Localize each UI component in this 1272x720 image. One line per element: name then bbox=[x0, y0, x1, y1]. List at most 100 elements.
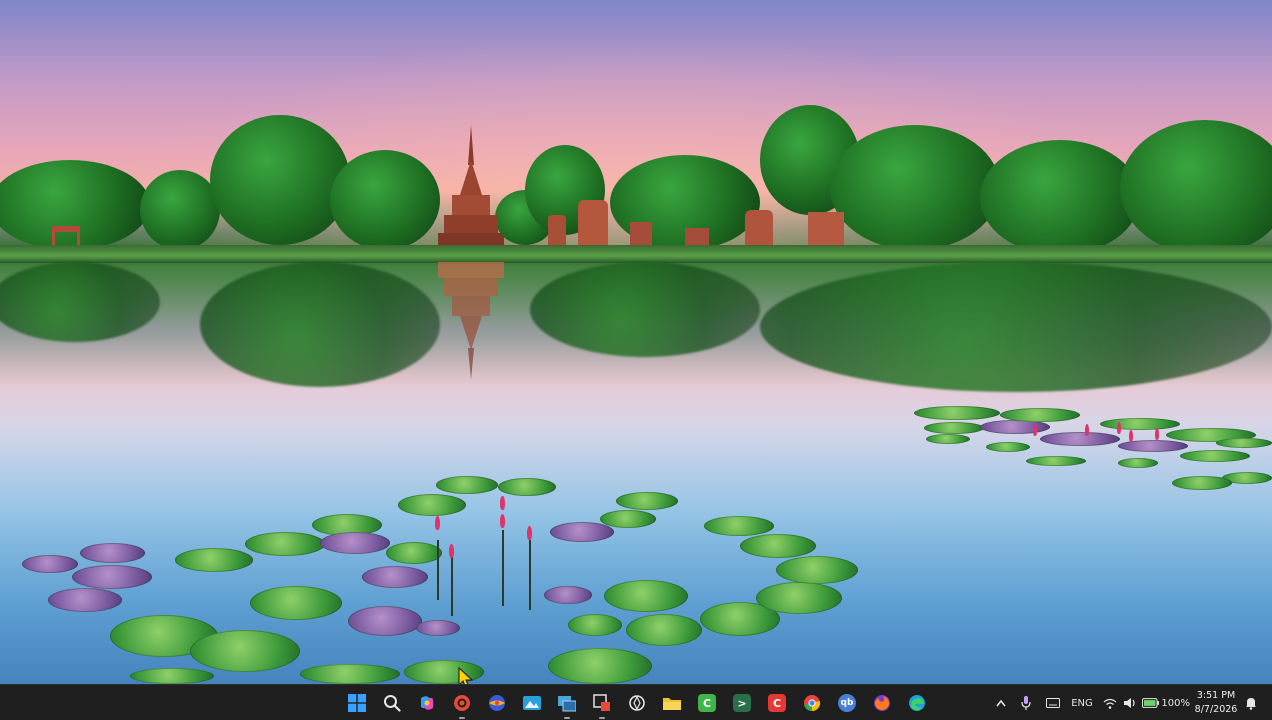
lily-pad bbox=[1118, 458, 1158, 468]
folder-icon bbox=[663, 698, 681, 710]
ruin bbox=[745, 210, 773, 250]
lily-pad bbox=[1180, 450, 1250, 462]
lily-pad bbox=[498, 478, 556, 496]
lily-pad bbox=[604, 580, 688, 612]
lily-pad bbox=[72, 565, 152, 589]
app-camtasia[interactable]: C bbox=[695, 691, 719, 715]
tray-network-button[interactable] bbox=[1102, 694, 1118, 712]
lily-pad bbox=[80, 543, 145, 563]
tray-microphone-button[interactable] bbox=[1018, 694, 1034, 712]
windows-stack-icon bbox=[558, 696, 576, 712]
lily-pad bbox=[980, 420, 1050, 434]
copilot-button[interactable] bbox=[415, 691, 439, 715]
tray-keyboard-button[interactable] bbox=[1044, 694, 1062, 712]
tray-overflow-button[interactable] bbox=[992, 694, 1010, 712]
language-indicator[interactable]: ENG bbox=[1070, 694, 1094, 712]
lily-pad bbox=[348, 606, 422, 636]
running-indicator bbox=[564, 717, 570, 719]
app-file-explorer[interactable] bbox=[660, 691, 684, 715]
lotus-bud bbox=[449, 544, 454, 558]
lily-pad bbox=[544, 586, 592, 604]
app-firefox[interactable] bbox=[870, 691, 894, 715]
search-icon bbox=[384, 695, 401, 712]
battery-icon bbox=[1142, 698, 1159, 708]
chevron-up-icon bbox=[996, 699, 1006, 707]
mouse-pointer-icon bbox=[458, 667, 474, 684]
qbittorrent-icon: qb bbox=[838, 694, 856, 712]
app-photos[interactable] bbox=[520, 691, 544, 715]
app-record[interactable] bbox=[450, 691, 474, 719]
speaker-icon bbox=[1124, 698, 1135, 708]
app-terminal[interactable]: > bbox=[730, 691, 754, 715]
app-openai[interactable] bbox=[625, 691, 649, 715]
chrome-icon bbox=[804, 695, 821, 712]
app-camtasia-red[interactable]: C bbox=[765, 691, 789, 715]
lily-pad bbox=[175, 548, 253, 572]
lily-pad bbox=[300, 664, 400, 684]
tree-reflection bbox=[200, 262, 440, 387]
tree-reflection bbox=[760, 262, 1272, 392]
taskbar: C > C qb ENG 100% 3:51 PM 8/7/2026 bbox=[0, 684, 1272, 720]
tray-battery-button[interactable]: 100% bbox=[1142, 694, 1190, 712]
clock[interactable]: 3:51 PM 8/7/2026 bbox=[1190, 689, 1242, 717]
start-button[interactable] bbox=[345, 691, 369, 715]
lotus-bud bbox=[435, 516, 440, 530]
app-chrome[interactable] bbox=[800, 691, 824, 715]
search-button[interactable] bbox=[380, 691, 404, 715]
app-edge[interactable] bbox=[905, 691, 929, 715]
clock-date: 8/7/2026 bbox=[1194, 704, 1238, 715]
photos-icon bbox=[523, 696, 541, 710]
lily-pad bbox=[986, 442, 1030, 452]
firefox-icon bbox=[874, 695, 890, 711]
wifi-icon bbox=[1103, 698, 1117, 709]
lily-pad bbox=[1026, 456, 1086, 466]
lily-pad bbox=[704, 516, 774, 536]
lotus-bud bbox=[1033, 424, 1037, 436]
lily-pad bbox=[756, 582, 842, 614]
record-icon bbox=[454, 695, 470, 711]
pagoda-reflection bbox=[438, 262, 504, 380]
lily-pad bbox=[548, 648, 652, 684]
app-snipping[interactable] bbox=[590, 691, 614, 719]
snipping-icon bbox=[593, 694, 610, 711]
c-green-icon: C bbox=[698, 694, 716, 712]
app-qbittorrent[interactable]: qb bbox=[835, 691, 859, 715]
lotus-stem bbox=[529, 540, 531, 610]
app-orb[interactable] bbox=[485, 691, 509, 715]
lily-pad bbox=[48, 588, 122, 612]
lily-pad bbox=[924, 422, 984, 434]
lily-pad bbox=[245, 532, 325, 556]
app-virtual-desktops[interactable] bbox=[555, 691, 579, 719]
clock-time: 3:51 PM bbox=[1196, 690, 1236, 701]
terminal-icon: > bbox=[733, 694, 751, 712]
lily-pad bbox=[22, 555, 78, 573]
desktop-wallpaper bbox=[0, 0, 1272, 684]
lotus-bud bbox=[1117, 422, 1121, 434]
copilot-icon bbox=[420, 696, 434, 710]
bell-icon bbox=[1246, 698, 1256, 710]
lily-pad bbox=[130, 668, 214, 684]
running-indicator bbox=[599, 717, 605, 719]
lily-pad bbox=[250, 586, 342, 620]
lily-pad bbox=[740, 534, 816, 558]
lily-pad bbox=[416, 620, 460, 636]
pagoda bbox=[438, 125, 504, 250]
running-indicator bbox=[459, 717, 465, 719]
lily-pad bbox=[926, 434, 970, 444]
notification-button[interactable] bbox=[1243, 694, 1259, 712]
orb-icon bbox=[489, 695, 505, 711]
openai-icon bbox=[629, 695, 645, 711]
tree-reflection bbox=[530, 262, 760, 357]
tray-volume-button[interactable] bbox=[1122, 694, 1138, 712]
lily-pad bbox=[1040, 432, 1120, 446]
lily-pad bbox=[914, 406, 1000, 420]
lotus-bud bbox=[500, 514, 505, 528]
lotus-stem bbox=[437, 540, 439, 600]
lily-pad bbox=[550, 522, 614, 542]
windows-logo-icon bbox=[348, 694, 366, 712]
ruin bbox=[578, 200, 608, 250]
lotus-bud bbox=[1129, 430, 1133, 442]
lotus-bud bbox=[1085, 424, 1089, 436]
keyboard-icon bbox=[1046, 698, 1060, 708]
lily-pad bbox=[1172, 476, 1232, 490]
